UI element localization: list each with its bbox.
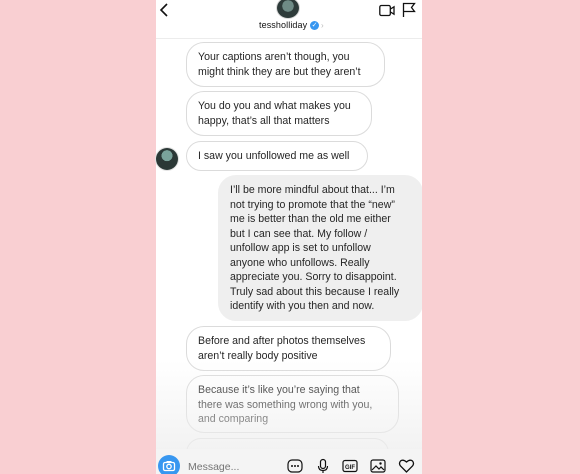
chevron-left-icon[interactable]: [159, 3, 175, 19]
message-input[interactable]: [188, 461, 288, 473]
gif-icon[interactable]: GIF: [342, 458, 358, 474]
conversation-header: tessholliday ✓ ›: [156, 0, 422, 39]
camera-icon[interactable]: [158, 455, 180, 474]
incoming-message[interactable]: You do you and what makes you happy, tha…: [186, 91, 372, 136]
incoming-message[interactable]: Because it’s like you’re saying that the…: [186, 375, 399, 433]
video-call-icon[interactable]: [379, 4, 395, 17]
message-composer: GIF: [156, 449, 422, 474]
heart-icon[interactable]: [398, 458, 415, 474]
flag-icon[interactable]: [402, 2, 416, 18]
outgoing-message[interactable]: I’ll be more mindful about that... I’m n…: [218, 175, 422, 321]
more-icon[interactable]: [287, 458, 303, 474]
chevron-right-icon[interactable]: ›: [321, 21, 324, 30]
microphone-icon[interactable]: [315, 458, 331, 474]
dm-thread-screen: tessholliday ✓ › Your captions aren’t th…: [156, 0, 422, 474]
contact-username[interactable]: tessholliday: [259, 20, 307, 30]
contact-avatar[interactable]: [277, 0, 299, 18]
image-icon[interactable]: [370, 458, 386, 474]
verified-badge-icon: ✓: [310, 21, 319, 30]
incoming-message[interactable]: I saw you unfollowed me as well: [186, 141, 368, 171]
incoming-message[interactable]: Before and after photos themselves aren’…: [186, 326, 391, 371]
contact-avatar-small[interactable]: [156, 148, 178, 170]
incoming-message[interactable]: Your captions aren’t though, you might t…: [186, 42, 385, 87]
svg-text:GIF: GIF: [345, 465, 355, 471]
